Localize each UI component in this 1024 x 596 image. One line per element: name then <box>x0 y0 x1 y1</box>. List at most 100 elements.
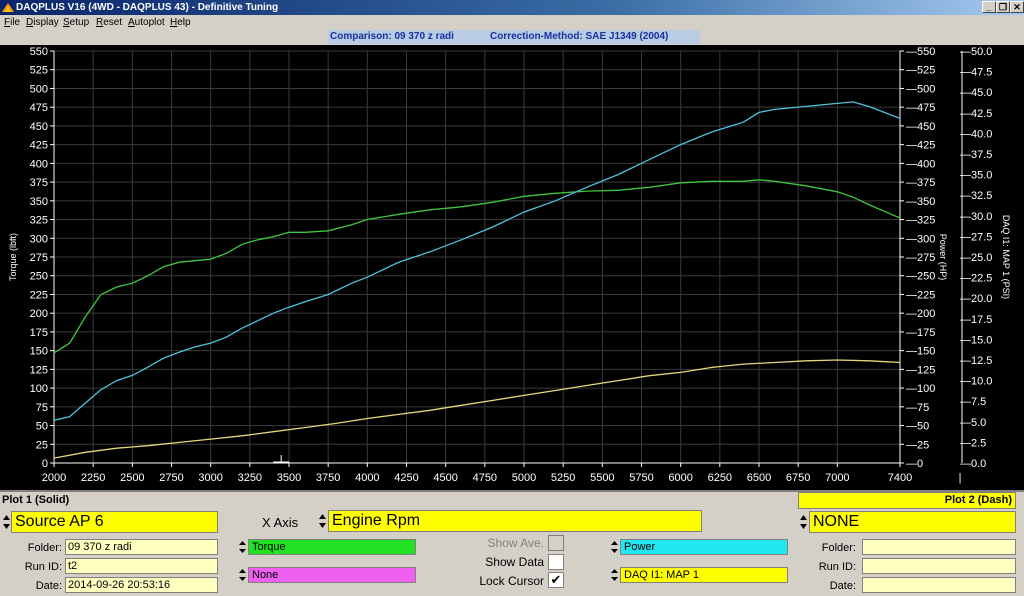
mid-tick-label: —400 <box>906 158 935 170</box>
app-icon <box>2 3 14 12</box>
x-tick-label: 5250 <box>551 472 575 484</box>
menu-setup[interactable]: Setup <box>63 15 89 30</box>
right-tick-label: —37.5 <box>960 149 992 161</box>
map-spinner-icon[interactable] <box>610 567 619 587</box>
right-axis-label: DAQ I1: MAP 1 (PSI) <box>1001 215 1011 299</box>
menu-help[interactable]: Help <box>170 15 191 30</box>
correction-text: Correction-Method: SAE J1349 (2004) <box>490 31 669 42</box>
series-line-daq-i1-map-1 <box>53 359 901 459</box>
left-tick-label: 250 <box>30 271 48 283</box>
x-tick-label: 6000 <box>668 472 692 484</box>
x-tick-label: 7000 <box>825 472 849 484</box>
mid-tick-label: —550 <box>906 46 935 58</box>
plot1-folder-label: Folder: <box>27 542 62 554</box>
right-tick-label: —42.5 <box>960 108 992 120</box>
torque-spinner-icon[interactable] <box>238 539 247 559</box>
title-bar: DAQPLUS V16 (4WD - DAQPLUS 43) - Definit… <box>0 0 1024 15</box>
channel-power-field[interactable]: Power <box>620 539 788 555</box>
plot2-runid-label: Run ID: <box>818 561 856 573</box>
x-tick-label: 4250 <box>394 472 418 484</box>
control-panel: Plot 1 (Solid) Plot 2 (Dash) Source AP 6… <box>0 490 1024 596</box>
minimize-button[interactable]: _ <box>982 1 996 13</box>
close-button[interactable]: ✕ <box>1010 1 1024 13</box>
lock-cursor-label: Lock Cursor <box>479 574 544 588</box>
source-spinner-icon[interactable] <box>2 512 11 532</box>
menu-display[interactable]: Display <box>26 15 59 30</box>
restore-button[interactable]: ❐ <box>996 1 1010 13</box>
plot1-date-field[interactable]: 2014-09-26 20:53:16 <box>65 577 218 593</box>
left-tick-label: 500 <box>30 83 48 95</box>
right-tick-label: —20.0 <box>960 293 992 305</box>
x-tick-label: 3500 <box>277 472 301 484</box>
menu-autoplot[interactable]: Autoplot <box>128 15 165 30</box>
left-tick-label: 300 <box>30 233 48 245</box>
power-spinner-icon[interactable] <box>610 539 619 559</box>
left-tick-label: 175 <box>30 327 48 339</box>
x-tick-label: 4500 <box>433 472 457 484</box>
plot2-folder-label: Folder: <box>821 542 856 554</box>
xaxis-field[interactable]: Engine Rpm <box>328 510 702 532</box>
mid-tick-label: —225 <box>906 289 935 301</box>
menu-reset[interactable]: Reset <box>96 15 122 30</box>
xaxis-label: X Axis <box>262 515 299 530</box>
show-data-checkbox[interactable] <box>548 554 564 570</box>
channel-map-field[interactable]: DAQ I1: MAP 1 <box>620 567 788 583</box>
x-tick-label: 2500 <box>120 472 144 484</box>
left-tick-label: 550 <box>30 46 48 58</box>
dyno-chart[interactable]: 0 25 50 75 100 125 150 175 200 225 250 275 300 325 350… <box>0 45 1024 490</box>
left-tick-label: 375 <box>30 177 48 189</box>
right-tick-label: —50.0 <box>960 46 992 58</box>
mid-tick-label: —525 <box>906 65 935 77</box>
left-tick-label: 75 <box>36 402 48 414</box>
source-field[interactable]: Source AP 6 <box>11 511 218 533</box>
left-tick-label: 50 <box>36 421 48 433</box>
mid-tick-label: —475 <box>906 102 935 114</box>
show-ave-checkbox[interactable] <box>548 535 564 551</box>
right-tick-label: —32.5 <box>960 190 992 202</box>
xaxis-spinner-icon[interactable] <box>318 511 327 531</box>
x-tick-label: 6250 <box>708 472 732 484</box>
right-tick-label: —7.5 <box>960 396 986 408</box>
x-tick-label: 6750 <box>786 472 810 484</box>
none-spinner-icon[interactable] <box>238 567 247 587</box>
chart-svg[interactable]: 0 25 50 75 100 125 150 175 200 225 250 275 300 325 350… <box>0 45 1024 490</box>
left-tick-label: 275 <box>30 252 48 264</box>
left-tick-label: 425 <box>30 140 48 152</box>
plot1-runid-field[interactable]: t2 <box>65 558 218 574</box>
right-tick-label: —12.5 <box>960 355 992 367</box>
x-tick-label: 5500 <box>590 472 614 484</box>
menu-file[interactable]: File <box>4 15 20 30</box>
mid-tick-label: —500 <box>906 83 935 95</box>
plot2-folder-field[interactable] <box>862 539 1016 555</box>
x-tick-label: 3750 <box>316 472 340 484</box>
plot2-spinner-icon[interactable] <box>799 512 808 532</box>
mid-tick-label: —25 <box>906 439 929 451</box>
plot2-source-field[interactable]: NONE <box>809 511 1016 533</box>
lock-cursor-checkbox[interactable]: ✔ <box>548 572 564 588</box>
channel-torque-field[interactable]: Torque <box>248 539 416 555</box>
mid-tick-label: —350 <box>906 196 935 208</box>
x-tick-label: 3250 <box>238 472 262 484</box>
mid-tick-label: —325 <box>906 215 935 227</box>
plot1-folder-field[interactable]: 09 370 z radi <box>65 539 218 555</box>
mid-tick-label: —175 <box>906 327 935 339</box>
mid-tick-label: —425 <box>906 140 935 152</box>
window-title: DAQPLUS V16 (4WD - DAQPLUS 43) - Definit… <box>16 2 279 13</box>
x-tick-label: 5000 <box>512 472 536 484</box>
plot2-runid-field[interactable] <box>862 558 1016 574</box>
right-tick-label: —15.0 <box>960 334 992 346</box>
left-tick-label: 125 <box>30 364 48 376</box>
x-tick-label: 3000 <box>198 472 222 484</box>
plot1-runid-label: Run ID: <box>24 561 62 573</box>
x-tick-label: 7400 <box>888 472 912 484</box>
x-tick-label: 6500 <box>747 472 771 484</box>
channel-none-field[interactable]: None <box>248 567 416 583</box>
right-tick-label: —22.5 <box>960 273 992 285</box>
right-tick-label: —17.5 <box>960 314 992 326</box>
right-tick-label: —25.0 <box>960 252 992 264</box>
plot2-date-field[interactable] <box>862 577 1016 593</box>
right-tick-label: —30.0 <box>960 211 992 223</box>
left-tick-label: 400 <box>30 158 48 170</box>
right-tick-label: —10.0 <box>960 376 992 388</box>
plot1-date-label: Date: <box>35 580 62 592</box>
